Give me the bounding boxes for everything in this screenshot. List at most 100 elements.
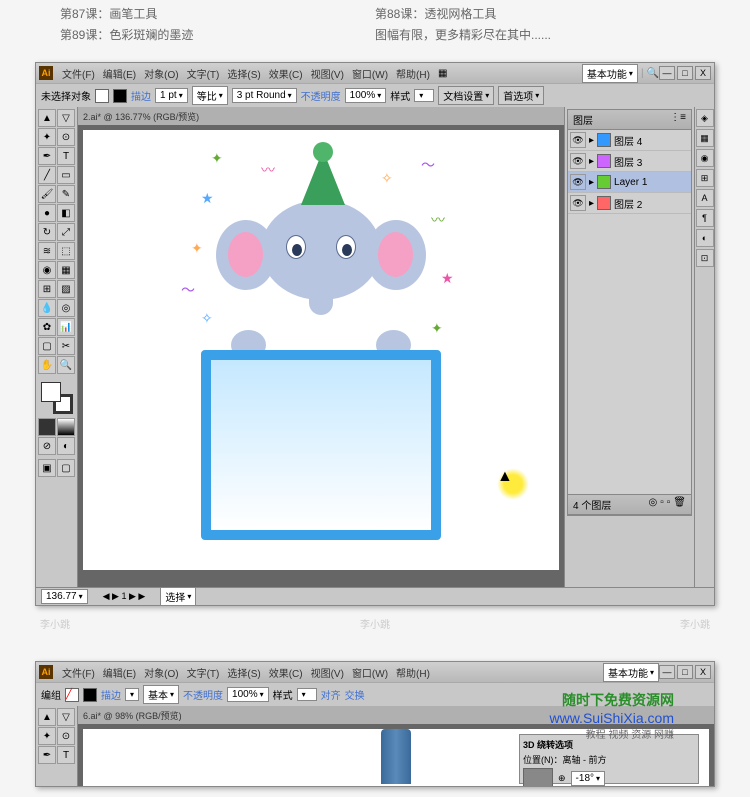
fill-swatch[interactable] (41, 382, 61, 402)
symbol-tool[interactable]: ✿ (38, 318, 56, 336)
layer-row[interactable]: 👁 ▸ 图层 4 (568, 130, 691, 151)
close-icon[interactable]: X (695, 66, 711, 80)
menu-window[interactable]: 窗口(W) (352, 66, 388, 81)
3d-preview-icon[interactable] (523, 768, 553, 786)
direct-select-tool[interactable]: ▽ (57, 109, 75, 127)
panel-icon[interactable]: ⊡ (696, 249, 714, 267)
pencil-tool[interactable]: ✎ (57, 185, 75, 203)
stroke-weight[interactable]: 1 pt (155, 88, 188, 103)
stroke-color[interactable] (83, 688, 97, 702)
blend-tool[interactable]: ◎ (57, 299, 75, 317)
menu-edit[interactable]: 编辑(E) (103, 66, 136, 81)
opacity-value[interactable]: 100% (227, 687, 269, 702)
prefs[interactable]: 首选项 (498, 86, 544, 105)
width-tool[interactable]: ≋ (38, 242, 56, 260)
stroke-weight[interactable] (125, 688, 139, 701)
pen-tool[interactable]: ✒ (38, 147, 56, 165)
panel-icon[interactable]: ◉ (696, 149, 714, 167)
menu-type[interactable]: 文字(T) (187, 665, 220, 680)
type-tool[interactable]: T (57, 746, 75, 764)
delete-icon[interactable]: 🗑 (673, 497, 686, 512)
menu-help[interactable]: 帮助(H) (396, 66, 430, 81)
brush-select[interactable]: 基本 (143, 685, 179, 704)
shape-builder-tool[interactable]: ◉ (38, 261, 56, 279)
artboard-tool[interactable]: ▢ (38, 337, 56, 355)
menu-effect[interactable]: 效果(C) (269, 665, 303, 680)
stroke-color[interactable] (113, 89, 127, 103)
panel-menu-icon[interactable]: ⋮≡ (670, 112, 686, 127)
slice-tool[interactable]: ✂ (57, 337, 75, 355)
brush-select[interactable]: 3 pt Round (232, 88, 297, 103)
hand-tool[interactable]: ✋ (38, 356, 56, 374)
layer-row[interactable]: 👁 ▸ 图层 3 (568, 151, 691, 172)
graph-tool[interactable]: 📊 (57, 318, 75, 336)
angle-input[interactable]: -18° (571, 771, 605, 786)
zoom-tool[interactable]: 🔍 (57, 356, 75, 374)
expand-icon[interactable]: ▸ (589, 177, 594, 188)
document-tab[interactable]: 2.ai* @ 136.77% (RGB/预览) (83, 110, 199, 123)
lasso-tool[interactable]: ⊙ (57, 727, 75, 745)
eyedropper-tool[interactable]: 💧 (38, 299, 56, 317)
visibility-icon[interactable]: 👁 (570, 174, 586, 190)
menu-effect[interactable]: 效果(C) (269, 66, 303, 81)
type-tool[interactable]: T (57, 147, 75, 165)
canvas[interactable]: ✦ 〰 ★ ✧ 〜 ★ 〰 ✦ 〜 ★ ✧ ✦ (83, 130, 559, 570)
menu-type[interactable]: 文字(T) (187, 66, 220, 81)
maximize-icon[interactable]: □ (677, 665, 693, 679)
search-icon[interactable]: 🔍 (647, 68, 659, 79)
layer-row[interactable]: 👁 ▸ 图层 2 (568, 193, 691, 214)
expand-icon[interactable]: ▸ (589, 135, 594, 146)
rotate-tool[interactable]: ↻ (38, 223, 56, 241)
minimize-icon[interactable]: — (659, 66, 675, 80)
draw-mode[interactable]: ◐ (57, 437, 75, 455)
menu-object[interactable]: 对象(O) (144, 66, 178, 81)
visibility-icon[interactable]: 👁 (570, 195, 586, 211)
magic-wand-tool[interactable]: ✦ (38, 727, 56, 745)
selection-tool[interactable]: ▲ (38, 109, 56, 127)
visibility-icon[interactable]: 👁 (570, 132, 586, 148)
document-tab[interactable]: 6.ai* @ 98% (RGB/预览) (83, 709, 182, 722)
blob-tool[interactable]: ● (38, 204, 56, 222)
eraser-tool[interactable]: ◧ (57, 204, 75, 222)
mesh-tool[interactable]: ⊞ (38, 280, 56, 298)
panel-icon[interactable]: ◐ (696, 229, 714, 247)
screen-mode-2[interactable]: ▢ (57, 459, 75, 477)
menu-object[interactable]: 对象(O) (144, 665, 178, 680)
bridge-icon[interactable]: ▦ (438, 68, 447, 79)
workspace-selector[interactable]: 基本功能 (582, 64, 638, 83)
artboard-nav[interactable]: ◀ ▶ 1 ▶ ▶ (103, 591, 146, 602)
screen-mode[interactable]: ▣ (38, 459, 56, 477)
menu-file[interactable]: 文件(F) (62, 665, 95, 680)
style-box[interactable] (414, 89, 434, 102)
pen-tool[interactable]: ✒ (38, 746, 56, 764)
new-sublayer-icon[interactable]: ▫ (660, 497, 664, 512)
menu-view[interactable]: 视图(V) (311, 665, 344, 680)
panel-icon[interactable]: ⊞ (696, 169, 714, 187)
minimize-icon[interactable]: — (659, 665, 675, 679)
menu-file[interactable]: 文件(F) (62, 66, 95, 81)
panel-icon[interactable]: ▦ (696, 129, 714, 147)
fill-color[interactable] (95, 89, 109, 103)
new-layer-icon[interactable]: ▫ (667, 497, 671, 512)
color-mode[interactable] (38, 418, 56, 436)
direct-select-tool[interactable]: ▽ (57, 708, 75, 726)
maximize-icon[interactable]: □ (677, 66, 693, 80)
style-box[interactable] (297, 688, 317, 701)
panel-icon[interactable]: A (696, 189, 714, 207)
align-link[interactable]: 对齐 (321, 687, 341, 702)
workspace-selector[interactable]: 基本功能 (603, 663, 659, 682)
lasso-tool[interactable]: ⊙ (57, 128, 75, 146)
opacity-value[interactable]: 100% (345, 88, 387, 103)
close-icon[interactable]: X (695, 665, 711, 679)
menu-window[interactable]: 窗口(W) (352, 665, 388, 680)
visibility-icon[interactable]: 👁 (570, 153, 586, 169)
menu-select[interactable]: 选择(S) (227, 665, 260, 680)
zoom-level[interactable]: 136.77 (41, 589, 88, 604)
rect-tool[interactable]: ▭ (57, 166, 75, 184)
gradient-tool[interactable]: ▨ (57, 280, 75, 298)
brush-tool[interactable]: 🖌 (38, 185, 56, 203)
profile-select[interactable]: 等比 (192, 86, 228, 105)
expand-icon[interactable]: ▸ (589, 198, 594, 209)
doc-setup[interactable]: 文档设置 (438, 86, 494, 105)
selection-tool[interactable]: ▲ (38, 708, 56, 726)
